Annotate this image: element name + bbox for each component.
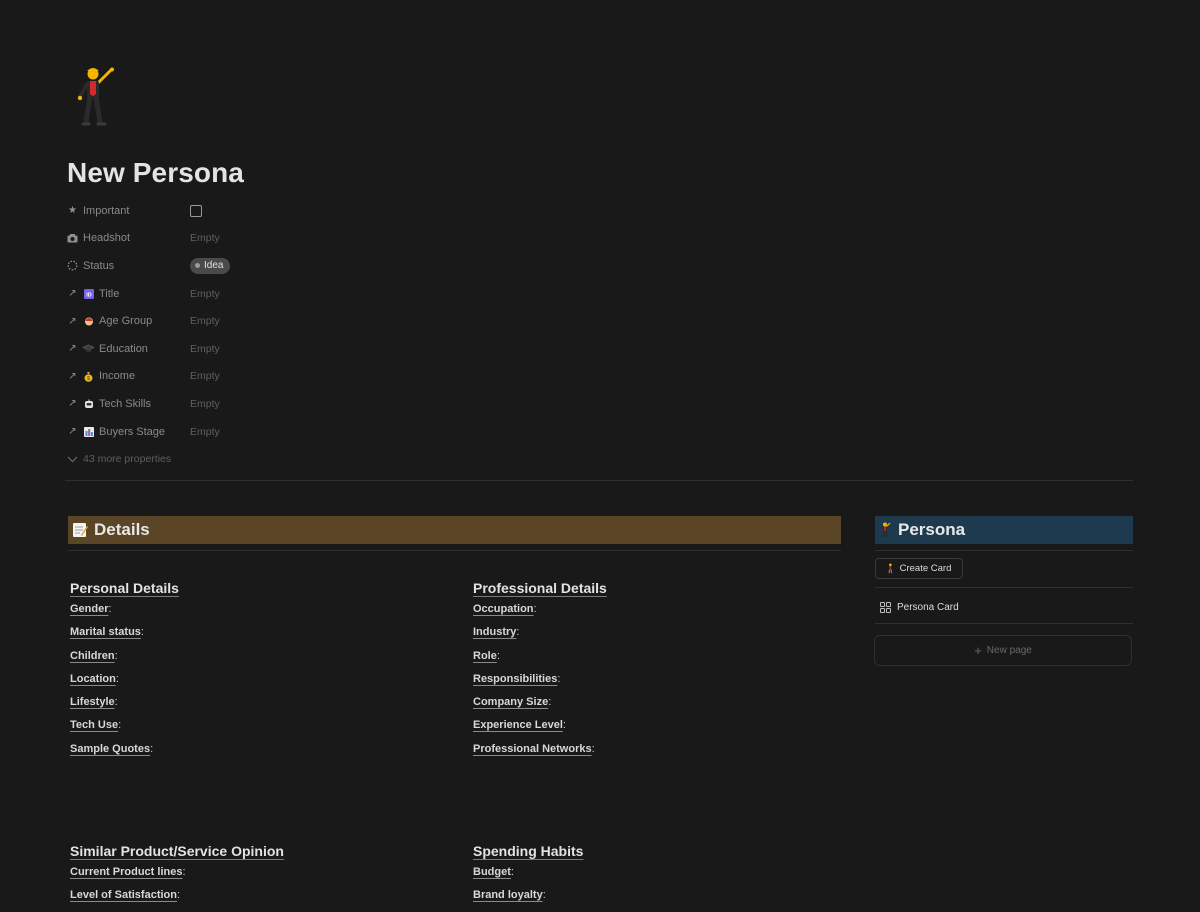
section-spending-habits: Spending Habits Budget: Brand loyalty: [473,843,583,912]
details-title: Details [94,520,150,539]
education-value[interactable]: Empty [190,343,220,355]
title-value[interactable]: Empty [190,288,220,300]
graduation-cap-icon [83,343,94,354]
field-budget[interactable]: Budget: [473,865,583,888]
property-income[interactable]: ↗ $ Income Empty [67,363,667,391]
field-experience-level[interactable]: Experience Level: [473,718,607,741]
star-icon: ★ [68,205,77,217]
baby-icon [83,316,94,327]
persona-header: Persona [875,516,1133,544]
persona-divider [875,550,1133,551]
chevron-down-icon [67,456,78,462]
property-label: Income [99,370,136,383]
relation-arrow-icon: ↗ [68,370,77,382]
headshot-value[interactable]: Empty [190,232,220,244]
person-dancing-icon [888,563,892,574]
property-buyers-stage[interactable]: ↗ Buyers Stage Empty [67,418,667,446]
id-icon: ID [83,288,94,299]
more-properties-label: 43 more properties [83,453,172,466]
field-professional-networks[interactable]: Professional Networks: [473,742,607,765]
status-badge[interactable]: Idea [190,257,231,274]
status-icon [67,260,78,271]
page-icon-person[interactable] [74,66,118,128]
important-checkbox[interactable] [190,204,202,217]
tech-skills-value[interactable]: Empty [190,398,220,410]
property-age-group[interactable]: ↗ Age Group Empty [67,307,667,335]
details-header: Details [68,516,841,544]
svg-text:$: $ [87,376,90,382]
memo-icon [72,522,88,538]
field-gender[interactable]: Gender: [70,602,179,625]
relation-arrow-icon: ↗ [68,288,77,300]
property-label: Age Group [99,315,153,328]
create-card-button[interactable]: Create Card [875,558,963,579]
field-sample-quotes[interactable]: Sample Quotes: [70,742,179,765]
property-education[interactable]: ↗ Education Empty [67,335,667,363]
section-title: Personal Details [70,580,179,596]
section-divider [65,480,1133,481]
persona-divider [875,587,1133,588]
section-personal-details: Personal Details Gender: Marital status:… [70,580,179,765]
buyers-stage-value[interactable]: Empty [190,426,220,438]
robot-icon [83,398,94,409]
persona-card-view-tab[interactable]: Persona Card [880,602,959,613]
new-page-button[interactable]: + New page [874,635,1132,666]
view-label: Persona Card [897,602,959,613]
property-label: Education [99,342,148,355]
field-current-product-lines[interactable]: Current Product lines: [70,865,284,888]
details-divider [68,550,841,551]
gallery-grid-icon [880,602,891,613]
field-marital-status[interactable]: Marital status: [70,625,179,648]
property-label: Title [99,287,120,300]
field-responsibilities[interactable]: Responsibilities: [473,672,607,695]
svg-text:ID: ID [86,292,92,298]
field-lifestyle[interactable]: Lifestyle: [70,695,179,718]
property-label: Buyers Stage [99,425,166,438]
property-label: Important [83,204,130,217]
status-dot-icon [195,263,200,269]
properties-list: ★ Important Headshot Empty Status Idea ↗ [67,197,667,473]
field-location[interactable]: Location: [70,672,179,695]
page-title[interactable]: New Persona [67,157,244,189]
persona-divider [875,623,1133,624]
section-title: Spending Habits [473,843,584,859]
money-bag-icon: $ [83,371,94,382]
more-properties-toggle[interactable]: 43 more properties [67,445,667,473]
field-industry[interactable]: Industry: [473,625,607,648]
field-occupation[interactable]: Occupation: [473,602,607,625]
property-label: Tech Skills [99,397,151,410]
section-product-opinion: Similar Product/Service Opinion Current … [70,843,284,912]
section-title: Similar Product/Service Opinion [70,843,284,859]
relation-arrow-icon: ↗ [68,315,77,327]
chart-icon [83,426,94,437]
plus-icon: + [974,643,982,658]
section-professional-details: Professional Details Occupation: Industr… [473,580,607,765]
field-role[interactable]: Role: [473,649,607,672]
property-important[interactable]: ★ Important [67,197,667,225]
section-title: Professional Details [473,580,607,596]
field-tech-use[interactable]: Tech Use: [70,718,179,741]
age-group-value[interactable]: Empty [190,315,220,327]
income-value[interactable]: Empty [190,370,220,382]
property-label: Headshot [83,232,131,245]
property-headshot[interactable]: Headshot Empty [67,225,667,253]
property-tech-skills[interactable]: ↗ Tech Skills Empty [67,390,667,418]
persona-title: Persona [898,520,966,539]
create-card-label: Create Card [899,563,952,574]
relation-arrow-icon: ↗ [68,398,77,410]
field-children[interactable]: Children: [70,649,179,672]
relation-arrow-icon: ↗ [68,426,77,438]
relation-arrow-icon: ↗ [68,343,77,355]
camera-icon [67,233,78,244]
person-dancing-icon [880,522,892,538]
property-label: Status [83,259,115,272]
new-page-label: New page [986,645,1032,656]
property-status[interactable]: Status Idea [67,252,667,280]
field-company-size[interactable]: Company Size: [473,695,607,718]
property-title[interactable]: ↗ ID Title Empty [67,280,667,308]
